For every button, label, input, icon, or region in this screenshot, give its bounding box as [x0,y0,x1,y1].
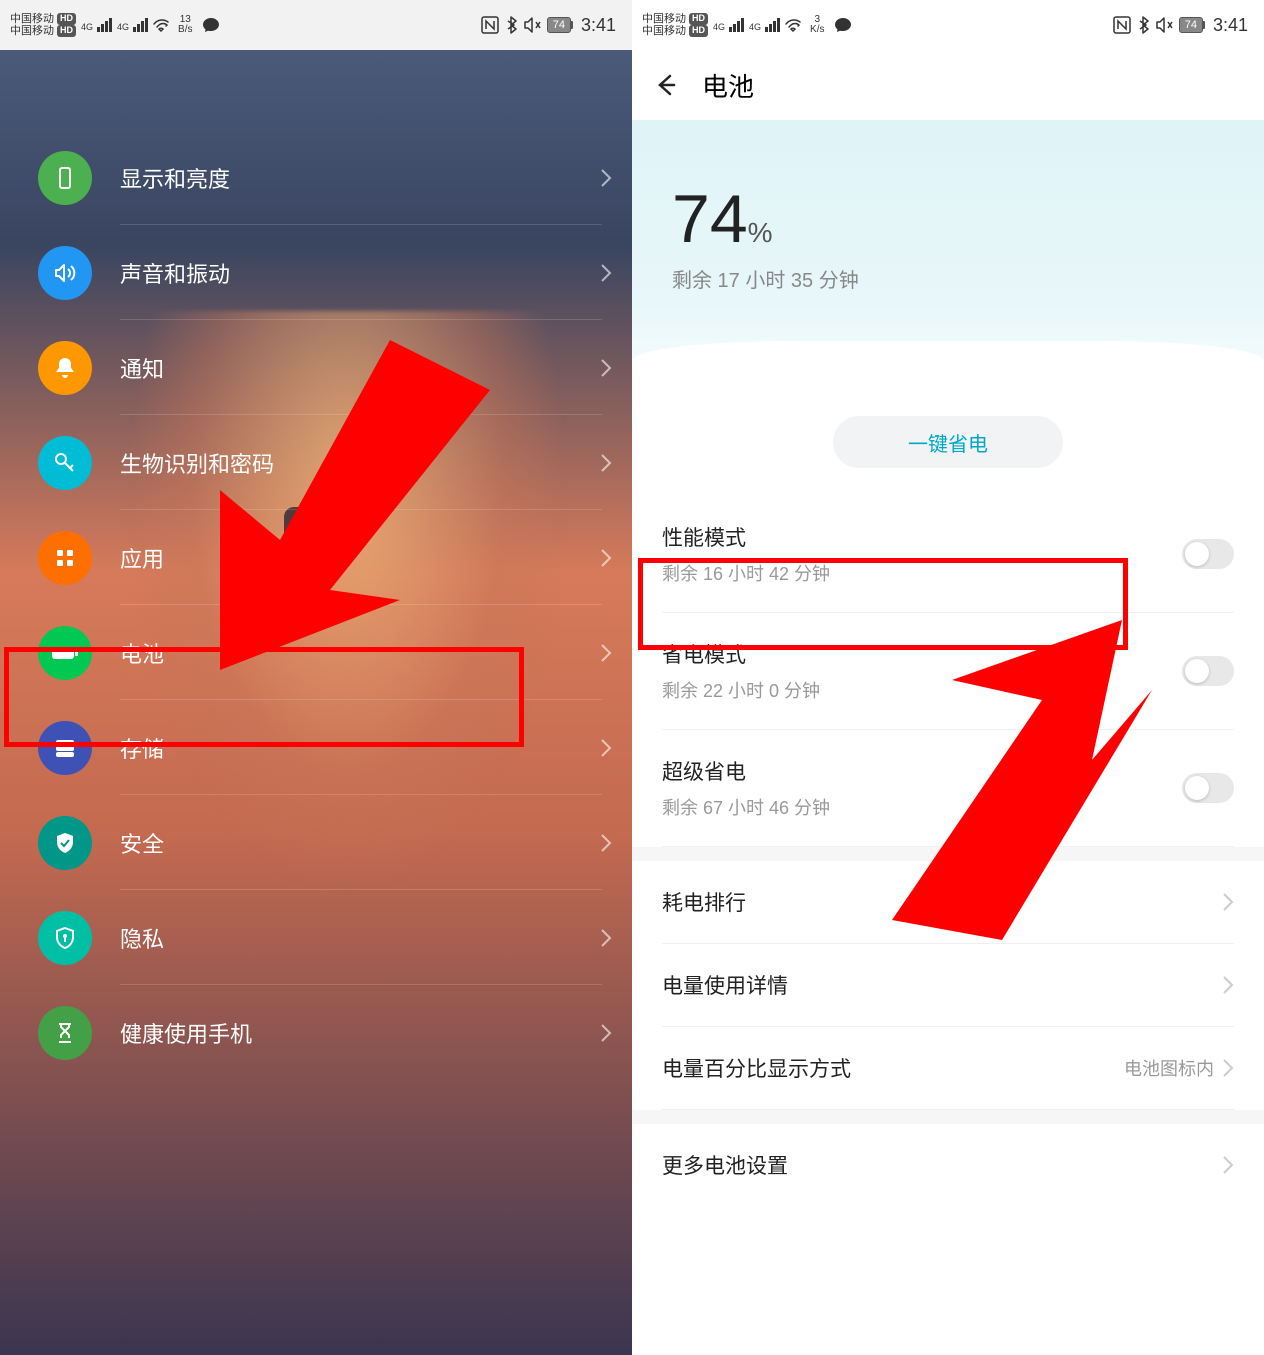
bluetooth-icon [505,16,517,34]
shield-icon [38,816,92,870]
signal-bars-icon [97,18,112,32]
row-more-settings[interactable]: 更多电池设置 [662,1124,1234,1206]
toggle-ultra-save[interactable] [1182,773,1234,803]
settings-item-sound[interactable]: 声音和振动 [0,225,632,320]
hourglass-icon [38,1006,92,1060]
nfc-icon [1113,16,1131,34]
nfc-icon [481,16,499,34]
settings-item-privacy[interactable]: 隐私 [0,890,632,985]
battery-indicator: 74 [547,17,571,33]
chevron-right-icon [600,548,612,568]
message-icon [834,17,852,33]
settings-item-battery[interactable]: 电池 [0,605,632,700]
carrier-label: 中国移动 [10,13,54,25]
chevron-right-icon [600,263,612,283]
onekey-save-button[interactable]: 一键省电 [833,416,1063,468]
row-usage-detail[interactable]: 电量使用详情 [662,944,1234,1027]
message-icon [202,17,220,33]
apps-icon [38,531,92,585]
settings-list: 显示和亮度 声音和振动 通知 生物 [0,50,632,1080]
key-icon [38,436,92,490]
back-button[interactable] [652,72,678,98]
page-title: 电池 [702,67,754,104]
mute-icon [523,16,541,34]
row-percent-display[interactable]: 电量百分比显示方式 电池图标内 [662,1027,1234,1110]
chevron-right-icon [600,738,612,758]
display-icon [38,151,92,205]
chevron-right-icon [1222,975,1234,995]
settings-item-apps[interactable]: 应用 [0,510,632,605]
chevron-right-icon [600,833,612,853]
page-header: 电池 [632,50,1264,120]
chevron-right-icon [600,928,612,948]
chevron-right-icon [1222,1058,1234,1078]
hd-badge: HD [57,13,76,25]
sound-icon [38,246,92,300]
chevron-right-icon [600,1023,612,1043]
chevron-right-icon [600,168,612,188]
battery-percent: 74 [672,181,748,257]
status-bar-right: 中国移动HD 中国移动HD 4G 4G 3K/s 74 3:41 [632,0,1264,50]
settings-item-display[interactable]: 显示和亮度 [0,130,632,225]
mode-performance[interactable]: 性能模式剩余 16 小时 42 分钟 [662,496,1234,613]
battery-hero: 74% 剩余 17 小时 35 分钟 [632,120,1264,380]
chevron-right-icon [600,358,612,378]
settings-item-biometric[interactable]: 生物识别和密码 [0,415,632,510]
privacy-icon [38,911,92,965]
bell-icon [38,341,92,395]
mode-power-save[interactable]: 省电模式剩余 22 小时 0 分钟 [662,613,1234,730]
storage-icon [38,721,92,775]
toggle-power-save[interactable] [1182,656,1234,686]
toggle-performance[interactable] [1182,539,1234,569]
clock: 3:41 [1213,15,1248,36]
mode-ultra-save[interactable]: 超级省电剩余 67 小时 46 分钟 [662,730,1234,847]
clock: 3:41 [581,15,616,36]
settings-item-notification[interactable]: 通知 [0,320,632,415]
battery-icon [38,626,92,680]
battery-indicator: 74 [1179,17,1203,33]
wifi-icon [784,18,802,32]
battery-remaining: 剩余 17 小时 35 分钟 [672,264,1264,293]
percent-display-value: 电池图标内 [1124,1055,1214,1081]
settings-item-security[interactable]: 安全 [0,795,632,890]
wifi-icon [152,18,170,32]
chevron-right-icon [600,453,612,473]
chevron-right-icon [1222,1155,1234,1175]
bluetooth-icon [1137,16,1149,34]
mute-icon [1155,16,1173,34]
settings-item-storage[interactable]: 存储 [0,700,632,795]
chevron-right-icon [1222,892,1234,912]
row-usage-ranking[interactable]: 耗电排行 [662,861,1234,944]
status-bar-left: 中国移动HD 中国移动HD 4G 4G 13B/s [0,0,632,50]
settings-item-digital-wellbeing[interactable]: 健康使用手机 [0,985,632,1080]
chevron-right-icon [600,643,612,663]
